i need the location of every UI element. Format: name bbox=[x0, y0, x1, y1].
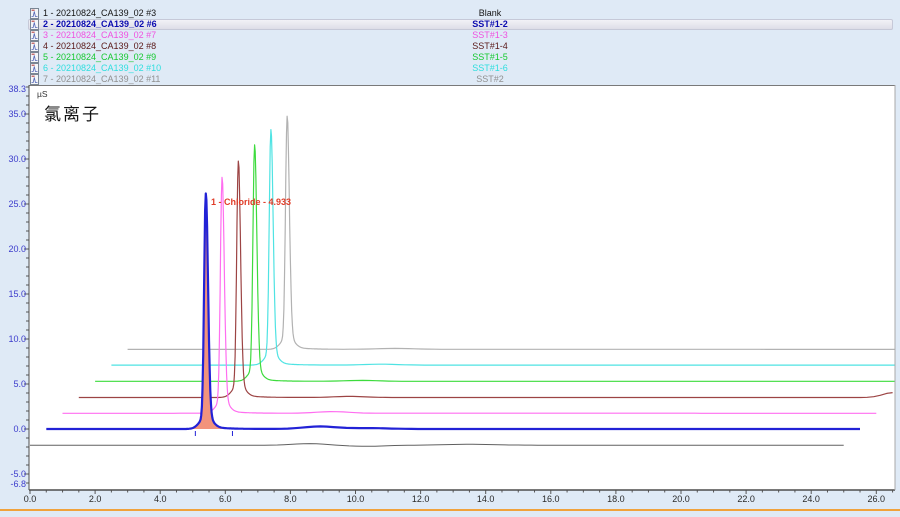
svg-text:10.0: 10.0 bbox=[8, 334, 26, 344]
sample-name: SST#1-4 bbox=[420, 41, 560, 52]
chromatogram-icon bbox=[30, 52, 39, 63]
sample-name: Blank bbox=[420, 8, 560, 19]
legend-row[interactable]: 3 - 20210824_CA139_02 #7 SST#1-3 bbox=[28, 30, 893, 41]
svg-text:35.0: 35.0 bbox=[8, 109, 26, 119]
svg-text:18.0: 18.0 bbox=[607, 494, 625, 504]
svg-text:38.3: 38.3 bbox=[8, 85, 26, 94]
sample-name: SST#1-6 bbox=[420, 63, 560, 74]
time-axis-highlight-rule bbox=[0, 509, 900, 511]
svg-text:-6.8: -6.8 bbox=[10, 479, 26, 489]
legend-row[interactable]: 6 - 20210824_CA139_02 #10 SST#1-6 bbox=[28, 63, 893, 74]
svg-text:20.0: 20.0 bbox=[672, 494, 690, 504]
svg-text:5.0: 5.0 bbox=[13, 379, 26, 389]
sample-name: SST#1-5 bbox=[420, 52, 560, 63]
svg-text:15.0: 15.0 bbox=[8, 289, 26, 299]
svg-text:10.0: 10.0 bbox=[347, 494, 365, 504]
svg-text:2.0: 2.0 bbox=[89, 494, 102, 504]
svg-text:8.0: 8.0 bbox=[284, 494, 297, 504]
svg-text:20.0: 20.0 bbox=[8, 244, 26, 254]
svg-text:22.0: 22.0 bbox=[737, 494, 755, 504]
plot-title: 氯离子 bbox=[44, 100, 101, 125]
svg-text:0.0: 0.0 bbox=[13, 424, 26, 434]
injection-label: 1 - 20210824_CA139_02 #3 bbox=[43, 8, 156, 18]
svg-text:30.0: 30.0 bbox=[8, 154, 26, 164]
sample-name: SST#2 bbox=[420, 74, 560, 85]
chromatogram-icon bbox=[30, 41, 39, 52]
chromatogram-icon bbox=[30, 19, 39, 30]
svg-text:6.0: 6.0 bbox=[219, 494, 232, 504]
injection-label: 6 - 20210824_CA139_02 #10 bbox=[43, 63, 161, 73]
legend-row[interactable]: 5 - 20210824_CA139_02 #9 SST#1-5 bbox=[28, 52, 893, 63]
peak-annotation: 1 - Chloride - 4.933 bbox=[211, 197, 291, 207]
legend-row[interactable]: 2 - 20210824_CA139_02 #6 SST#1-2 bbox=[28, 19, 893, 30]
svg-text:14.0: 14.0 bbox=[477, 494, 495, 504]
injection-label: 5 - 20210824_CA139_02 #9 bbox=[43, 52, 156, 62]
sample-name: SST#1-2 bbox=[420, 19, 560, 30]
chromatogram-icon bbox=[30, 74, 39, 85]
chromatogram-viewer-pane: 1 - 20210824_CA139_02 #3Blank2 - 2021082… bbox=[0, 0, 900, 517]
chromatogram-icon bbox=[30, 8, 39, 19]
svg-text:25.0: 25.0 bbox=[8, 199, 26, 209]
chromatogram-icon bbox=[30, 30, 39, 41]
svg-text:26.0: 26.0 bbox=[868, 494, 886, 504]
svg-text:24.0: 24.0 bbox=[802, 494, 820, 504]
svg-text:4.0: 4.0 bbox=[154, 494, 167, 504]
svg-text:16.0: 16.0 bbox=[542, 494, 560, 504]
sample-name: SST#1-3 bbox=[420, 30, 560, 41]
svg-text:12.0: 12.0 bbox=[412, 494, 430, 504]
legend-row[interactable]: 7 - 20210824_CA139_02 #11 SST#2 bbox=[28, 74, 893, 85]
svg-text:-5.0: -5.0 bbox=[10, 469, 26, 479]
legend-row[interactable]: 1 - 20210824_CA139_02 #3 Blank bbox=[28, 8, 893, 19]
injection-label: 7 - 20210824_CA139_02 #11 bbox=[43, 74, 160, 84]
chromatogram-icon bbox=[30, 63, 39, 74]
injection-legend: 1 - 20210824_CA139_02 #3Blank2 - 2021082… bbox=[28, 8, 893, 85]
y-axis-unit-label: µS bbox=[37, 89, 48, 99]
chromatogram-plot[interactable]: 35.0 30.0 25.0 20.0 15.0 10.0 5.0 0.0 -5.0 38.3 -6… bbox=[0, 85, 900, 517]
injection-label: 3 - 20210824_CA139_02 #7 bbox=[43, 30, 156, 40]
legend-row[interactable]: 4 - 20210824_CA139_02 #8 SST#1-4 bbox=[28, 41, 893, 52]
svg-text:0.0: 0.0 bbox=[24, 494, 37, 504]
injection-label: 4 - 20210824_CA139_02 #8 bbox=[43, 41, 156, 51]
injection-label: 2 - 20210824_CA139_02 #6 bbox=[43, 19, 157, 29]
